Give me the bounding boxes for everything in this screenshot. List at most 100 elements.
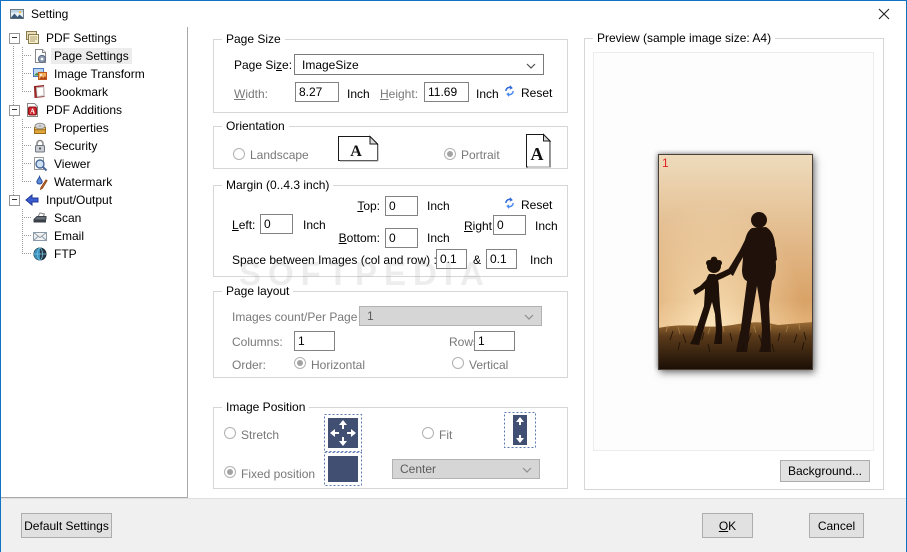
tree-connector (22, 163, 31, 165)
tree-item-label: FTP (54, 247, 77, 261)
cancel-button[interactable]: Cancel (809, 513, 864, 538)
svg-text:A: A (531, 144, 544, 164)
margin-reset-button[interactable]: Reset (502, 196, 552, 213)
tree-item-scan[interactable]: Scan (1, 209, 187, 227)
height-input[interactable] (424, 82, 469, 102)
space-ampersand: & (473, 253, 482, 267)
chevron-down-icon (522, 462, 532, 476)
tree-item-label: Page Settings (51, 48, 132, 64)
tree-item-pdf-settings[interactable]: PDF Settings (1, 29, 187, 47)
columns-input[interactable] (294, 331, 335, 351)
page-size-label: Page Size: (234, 58, 293, 72)
margin-bottom-input[interactable] (385, 228, 418, 248)
arrow-icon (24, 192, 40, 208)
globe-icon (32, 246, 48, 262)
tree-item-email[interactable]: Email (1, 227, 187, 245)
tree-item-security[interactable]: Security (1, 137, 187, 155)
magnifier-icon (32, 156, 48, 172)
margin-right-unit: Inch (535, 219, 558, 233)
width-unit: Inch (347, 87, 370, 101)
tree-item-label: Security (54, 139, 98, 153)
margin-group: Margin (0..4.3 inch) Top: Inch Reset Lef… (213, 178, 568, 277)
page-size-select[interactable]: ImageSize (294, 54, 544, 75)
stretch-label: Stretch (241, 428, 280, 442)
tree-item-properties[interactable]: Properties (1, 119, 187, 137)
collapse-toggle-icon[interactable] (9, 104, 20, 116)
group-label: Page layout (222, 284, 294, 298)
horizontal-label: Horizontal (311, 358, 366, 372)
portrait-radio (444, 148, 456, 160)
fit-label: Fit (439, 428, 453, 442)
orientation-group: Orientation Landscape A Portrait A (213, 119, 568, 169)
collapse-toggle-icon[interactable] (9, 32, 20, 44)
tree-item-label: Viewer (54, 157, 91, 171)
images-count-label: Images count/Per Page (232, 310, 358, 324)
lock-icon (32, 138, 48, 154)
picture-icon (9, 6, 25, 22)
tree-item-label: PDF Settings (46, 31, 117, 45)
image-position-group: Image Position Stretch Fit Fixed positio… (213, 400, 568, 489)
tree-item-viewer[interactable]: Viewer (1, 155, 187, 173)
stretch-icon (324, 414, 362, 452)
tree-connector (22, 127, 31, 129)
margin-top-unit: Inch (427, 199, 450, 213)
space-row-input[interactable] (486, 249, 517, 269)
images-count-value: 1 (367, 309, 374, 323)
tree-item-label: Image Transform (54, 67, 145, 81)
tree-item-pdf-additions[interactable]: A PDF Additions (1, 101, 187, 119)
tree-item-image-transform[interactable]: Image Transform (1, 65, 187, 83)
footer-bar: Default Settings OK Cancel (1, 498, 906, 552)
reset-label: Reset (521, 85, 553, 100)
tree-connector (22, 235, 31, 237)
tree-item-input-output[interactable]: Input/Output (1, 191, 187, 209)
tree-item-ftp[interactable]: FTP (1, 245, 187, 263)
svg-text:A: A (350, 143, 362, 160)
fit-radio (422, 427, 434, 439)
preview-canvas: 1 (593, 52, 874, 451)
margin-top-input[interactable] (385, 196, 418, 216)
preview-group: Preview (sample image size: A4) 1 Backgr… (584, 31, 884, 490)
vertical-radio (452, 357, 464, 369)
portrait-label: Portrait (461, 148, 500, 162)
width-label: Width: (234, 87, 269, 101)
tree-item-watermark[interactable]: Watermark (1, 173, 187, 191)
page-number-label: 1 (662, 156, 669, 170)
tree-item-label: Email (54, 229, 85, 243)
window-title: Setting (31, 7, 69, 21)
page-size-reset-button[interactable]: Reset (502, 84, 552, 101)
settings-dialog: Setting PDF Settings Page Settings Image T… (0, 0, 907, 552)
width-input[interactable] (295, 82, 339, 102)
collapse-toggle-icon[interactable] (9, 194, 20, 206)
margin-right-input[interactable] (493, 215, 526, 235)
tree-item-label: PDF Additions (46, 103, 123, 117)
fixed-position-radio (224, 466, 236, 478)
tree-item-label: Watermark (54, 175, 113, 189)
columns-label: Columns: (232, 335, 283, 349)
default-settings-button[interactable]: Default Settings (21, 513, 112, 538)
vertical-label: Vertical (469, 358, 509, 372)
margin-left-input[interactable] (260, 214, 293, 234)
tree-connector (22, 217, 31, 219)
watermark-pen-icon (32, 174, 48, 190)
tree-item-label: Scan (54, 211, 82, 225)
space-col-input[interactable] (436, 249, 467, 269)
landscape-label: Landscape (250, 148, 309, 162)
close-icon[interactable] (861, 1, 906, 27)
page-size-value: ImageSize (302, 57, 359, 72)
chevron-down-icon (526, 58, 536, 72)
group-label: Margin (0..4.3 inch) (222, 178, 334, 192)
ok-button[interactable]: OK (702, 513, 753, 538)
tree-connector (22, 91, 31, 93)
position-value: Center (400, 462, 437, 476)
position-select: Center (392, 459, 540, 479)
title-bar: Setting (1, 1, 906, 27)
height-unit: Inch (476, 87, 499, 101)
tree-item-page-settings[interactable]: Page Settings (1, 47, 187, 65)
rows-input[interactable] (474, 331, 515, 351)
space-unit: Inch (530, 253, 553, 267)
tree-item-bookmark[interactable]: Bookmark (1, 83, 187, 101)
fixed-position-label: Fixed position (241, 467, 316, 481)
background-button[interactable]: Background... (780, 460, 870, 482)
height-label: Height: (380, 87, 419, 101)
space-between-label: Space between Images (col and row) : (232, 253, 437, 267)
